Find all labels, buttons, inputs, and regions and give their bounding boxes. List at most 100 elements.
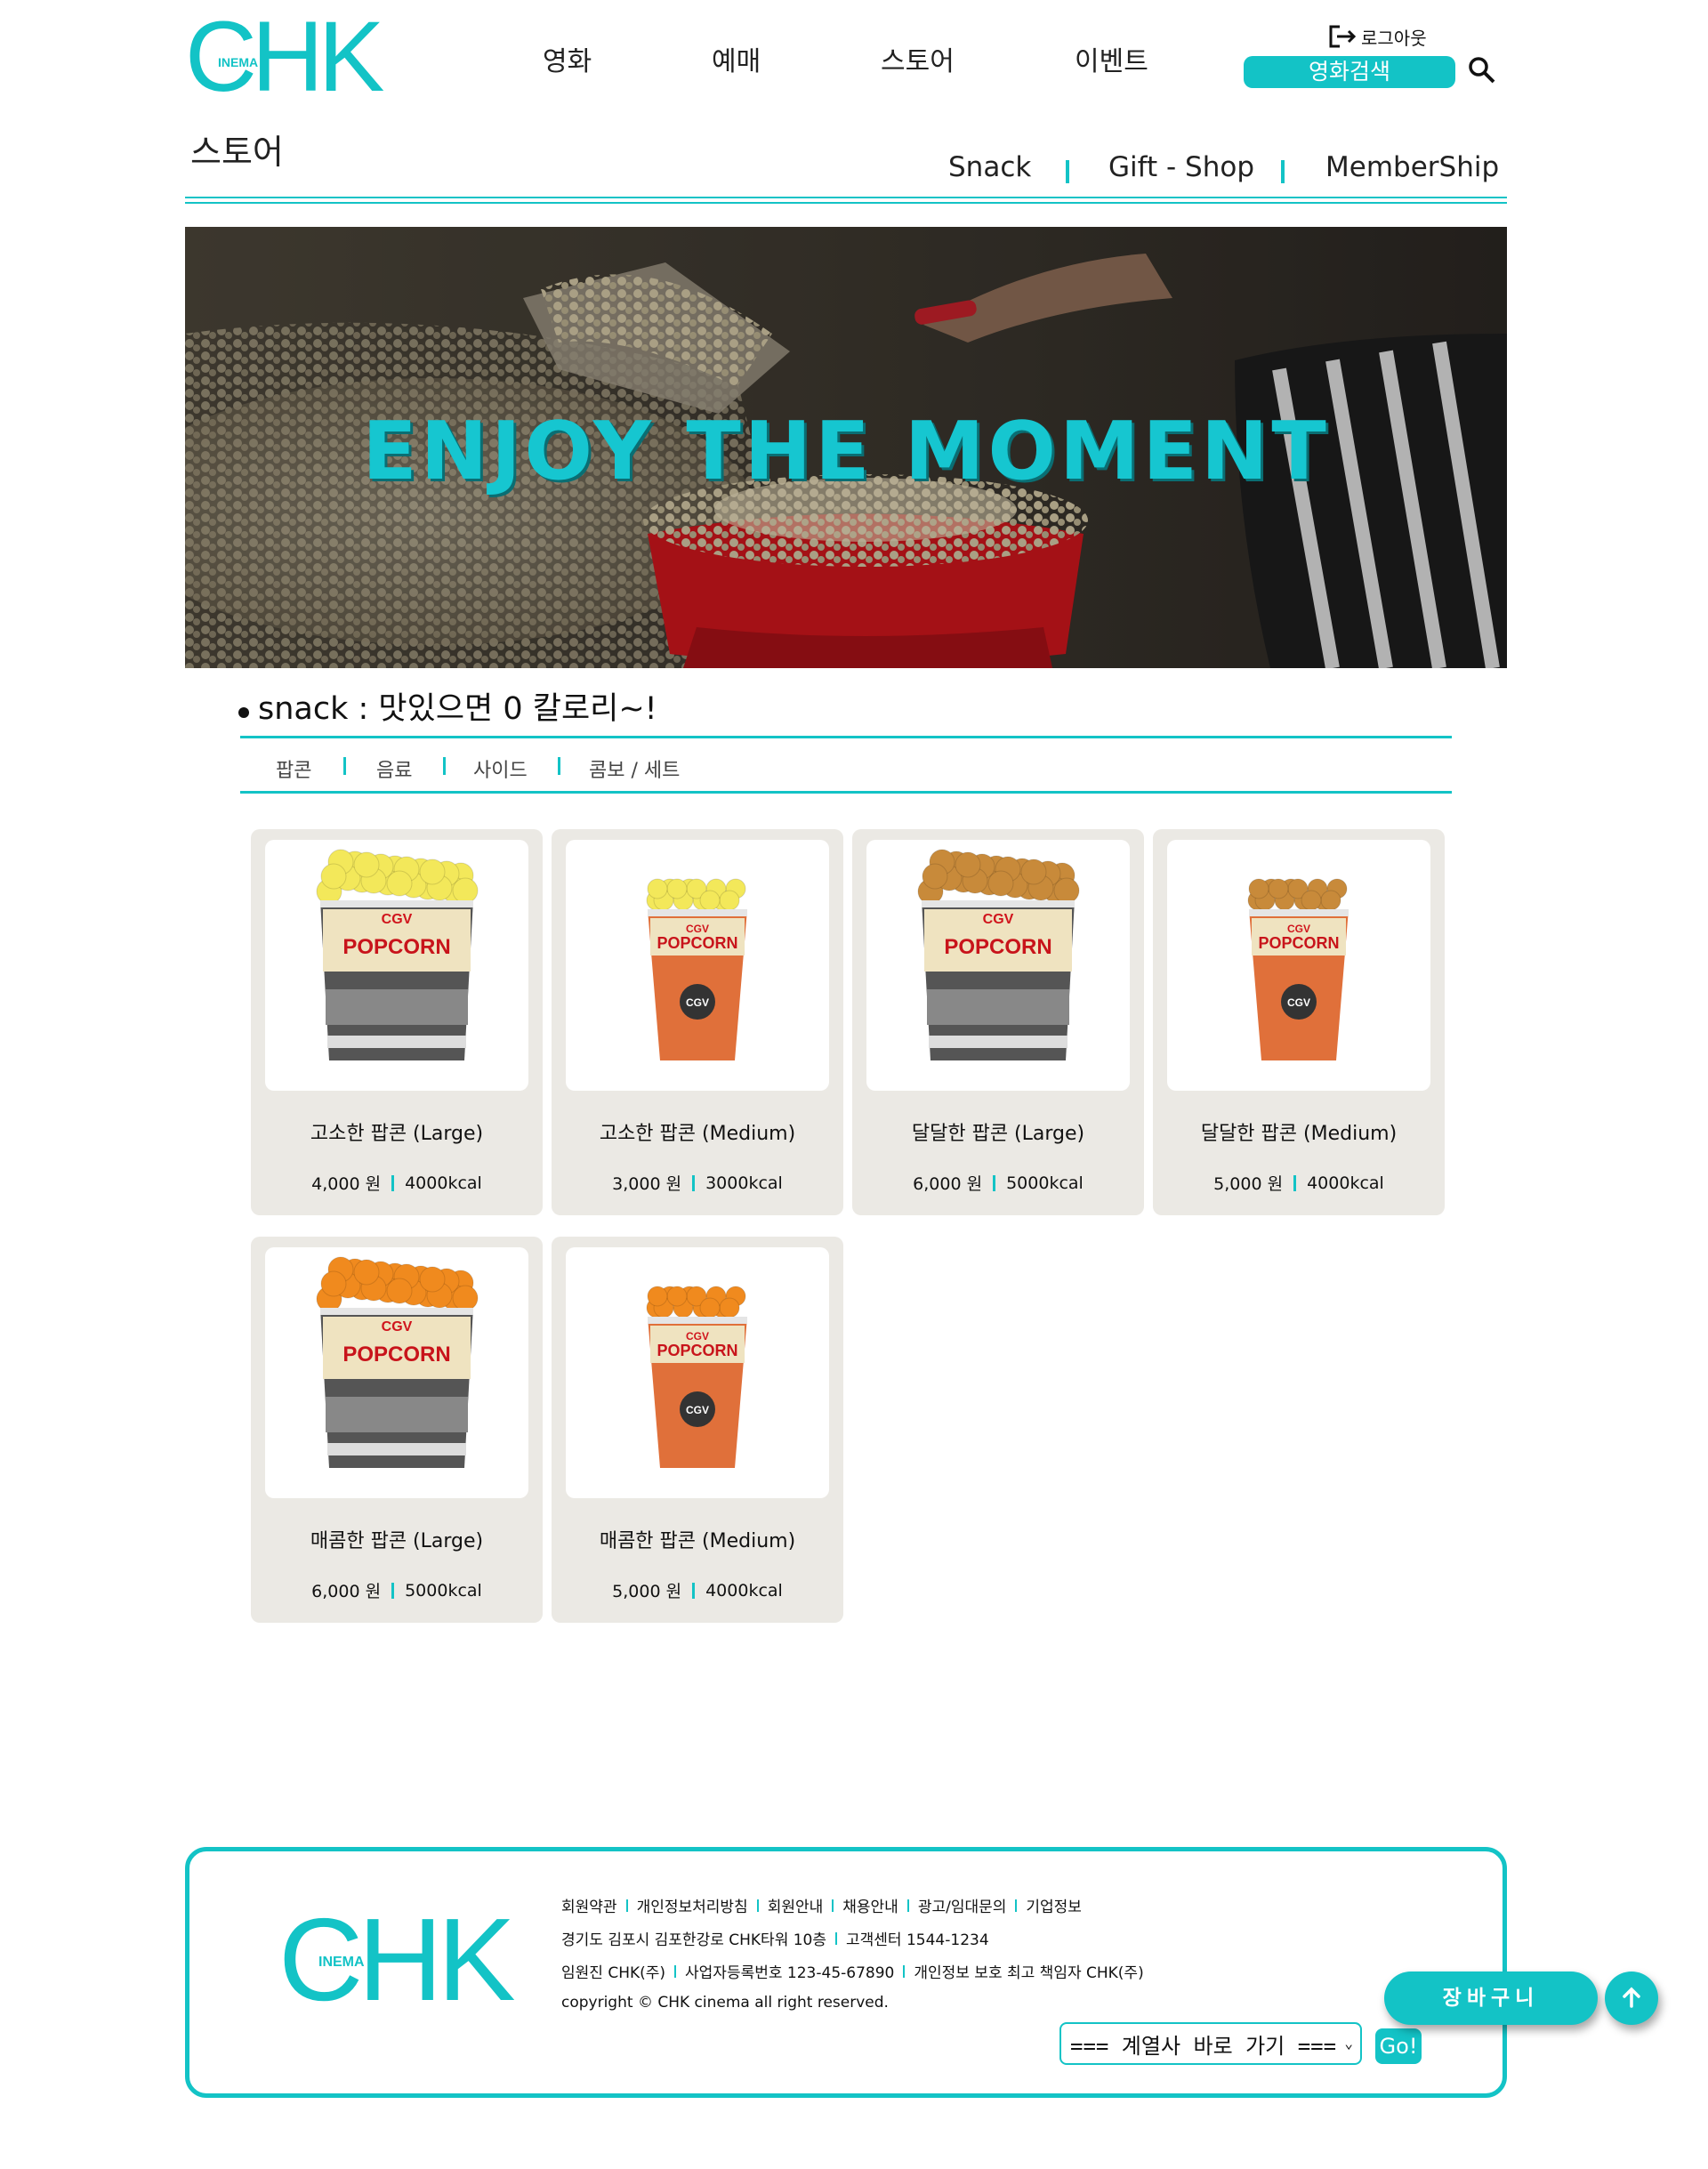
go-button[interactable]: Go!: [1375, 2028, 1422, 2064]
cart-button[interactable]: 장바구니: [1384, 1971, 1598, 2025]
footer-separator: [625, 1899, 628, 1912]
footer-link-careers[interactable]: 채용안내: [842, 1894, 898, 1916]
product-meta: 6,000 원 5000kcal: [251, 1578, 543, 1602]
family-site-selected: === 계열사 바로 가기 ===: [1070, 2033, 1337, 2059]
popcorn-image: CGV POPCORN CGV: [646, 878, 747, 1060]
subnav-divider: [1281, 160, 1285, 183]
footer-separator: [756, 1899, 759, 1912]
category-separator: [443, 757, 446, 775]
category-divider: [240, 736, 1452, 738]
subnav-snack[interactable]: Snack: [948, 151, 1031, 183]
popcorn-image: CGV POPCORN: [316, 1256, 479, 1468]
product-card[interactable]: CGV POPCORN 달달한 팝콘 (Large) 6,000 원 5000k…: [852, 829, 1144, 1215]
scroll-top-button[interactable]: [1605, 1971, 1658, 2025]
product-meta: 4,000 원 4000kcal: [251, 1171, 543, 1195]
search-icon[interactable]: [1468, 56, 1496, 85]
header-logo[interactable]: CHK INEMA: [185, 7, 384, 107]
subnav-divider: [1066, 160, 1069, 183]
footer-link-company[interactable]: 기업정보: [1026, 1894, 1082, 1916]
footer-privacy-officer: 개인정보 보호 최고 책임자 CHK(주): [914, 1964, 1144, 1982]
section-title-text: snack : 맛있으면 0 칼로리~!: [258, 691, 657, 727]
meta-separator: [692, 1582, 696, 1599]
product-image: CGV POPCORN: [265, 1247, 528, 1498]
product-kcal: 4000kcal: [1307, 1173, 1384, 1193]
product-price: 4,000 원: [311, 1174, 382, 1194]
arrow-up-icon: [1623, 1987, 1640, 2008]
svg-text:POPCORN: POPCORN: [944, 935, 1051, 959]
product-kcal: 3000kcal: [705, 1173, 783, 1193]
product-meta: 5,000 원 4000kcal: [552, 1578, 843, 1602]
footer-address-row: 경기도 김포시 김포한강로 CHK타워 10층 고객센터 1544-1234: [561, 1927, 989, 1949]
svg-text:POPCORN: POPCORN: [1258, 934, 1339, 952]
svg-text:CGV: CGV: [686, 1330, 709, 1343]
product-name: 달달한 팝콘 (Medium): [1200, 1123, 1398, 1145]
footer-executive: 임원진 CHK(주): [561, 1964, 666, 1982]
subnav-gift-shop[interactable]: Gift - Shop: [1108, 151, 1254, 183]
svg-text:CGV: CGV: [382, 1319, 413, 1334]
product-price: 3,000 원: [612, 1174, 682, 1194]
logo-subtext: INEMA: [217, 55, 260, 69]
bullet-icon: [238, 706, 249, 718]
svg-text:CGV: CGV: [1287, 923, 1310, 935]
footer-call-center: 고객센터 1544-1234: [846, 1931, 989, 1949]
meta-separator: [391, 1174, 395, 1191]
category-drink[interactable]: 음료: [376, 754, 412, 783]
footer-links: 회원약관 개인정보처리방침 회원안내 채용안내 광고/임대문의 기업정보: [561, 1894, 1082, 1916]
header-divider: [185, 202, 1507, 204]
nav-store[interactable]: 스토어: [881, 39, 955, 78]
product-card[interactable]: CGV POPCORN 고소한 팝콘 (Large) 4,000 원 4000k…: [251, 829, 543, 1215]
footer-link-terms[interactable]: 회원약관: [561, 1894, 617, 1916]
product-price: 6,000 원: [311, 1582, 382, 1601]
product-kcal: 5000kcal: [405, 1580, 482, 1601]
product-card[interactable]: CGV POPCORN CGV 달달한 팝콘 (Medium) 5,000 원 …: [1153, 829, 1445, 1215]
logout-button[interactable]: 로그아웃: [1327, 23, 1427, 50]
family-site-select[interactable]: === 계열사 바로 가기 === ⌄: [1059, 2022, 1362, 2065]
category-popcorn[interactable]: 팝콘: [276, 754, 311, 783]
product-image: CGV POPCORN: [866, 840, 1130, 1091]
footer-copyright-row: copyright © CHK cinema all right reserve…: [561, 1994, 889, 2012]
product-meta: 6,000 원 5000kcal: [852, 1171, 1144, 1195]
footer-link-privacy[interactable]: 개인정보처리방침: [637, 1894, 748, 1916]
chevron-down-icon: ⌄: [1344, 2035, 1353, 2052]
product-card[interactable]: CGV POPCORN CGV 고소한 팝콘 (Medium) 3,000 원 …: [552, 829, 843, 1215]
footer-link-advertising[interactable]: 광고/임대문의: [918, 1894, 1007, 1916]
footer-link-member-guide[interactable]: 회원안내: [768, 1894, 824, 1916]
svg-text:CGV: CGV: [686, 923, 709, 935]
popcorn-image: CGV POPCORN: [316, 849, 479, 1060]
product-price: 6,000 원: [913, 1174, 983, 1194]
product-meta: 3,000 원 3000kcal: [552, 1171, 843, 1195]
product-name: 매콤한 팝콘 (Medium): [599, 1530, 796, 1552]
product-card[interactable]: CGV POPCORN 매콤한 팝콘 (Large) 6,000 원 5000k…: [251, 1237, 543, 1623]
product-price: 5,000 원: [1213, 1174, 1284, 1194]
subnav-membership[interactable]: MemberShip: [1325, 151, 1499, 183]
product-kcal: 4000kcal: [405, 1173, 482, 1193]
product-meta: 5,000 원 4000kcal: [1153, 1171, 1445, 1195]
footer-logo[interactable]: CHK INEMA: [278, 1901, 516, 2019]
movie-search-button[interactable]: 영화검색: [1244, 56, 1455, 88]
product-kcal: 4000kcal: [705, 1580, 783, 1601]
category-combo-set[interactable]: 콤보 / 세트: [589, 754, 680, 783]
footer-address: 경기도 김포시 김포한강로 CHK타워 10층: [561, 1931, 827, 1949]
product-name: 달달한 팝콘 (Large): [911, 1123, 1085, 1145]
logout-icon: [1329, 25, 1357, 48]
svg-text:POPCORN: POPCORN: [657, 1342, 737, 1359]
product-card[interactable]: CGV POPCORN CGV 매콤한 팝콘 (Medium) 5,000 원 …: [552, 1237, 843, 1623]
product-price: 5,000 원: [612, 1582, 682, 1601]
footer-separator: [835, 1931, 838, 1945]
footer: CHK INEMA 회원약관 개인정보처리방침 회원안내 채용안내 광고/임대문…: [185, 1847, 1507, 2098]
meta-separator: [993, 1174, 996, 1191]
svg-text:CGV: CGV: [1287, 996, 1310, 1009]
category-separator: [343, 757, 346, 775]
footer-separator: [903, 1964, 906, 1978]
category-side[interactable]: 사이드: [473, 754, 528, 783]
svg-text:CGV: CGV: [686, 1404, 709, 1416]
svg-text:POPCORN: POPCORN: [342, 1343, 450, 1367]
nav-event[interactable]: 이벤트: [1075, 39, 1148, 78]
nav-booking[interactable]: 예매: [712, 39, 761, 78]
popcorn-image: CGV POPCORN: [917, 849, 1080, 1060]
svg-text:CGV: CGV: [983, 912, 1014, 927]
svg-text:CGV: CGV: [382, 912, 413, 927]
nav-movie[interactable]: 영화: [543, 39, 592, 78]
footer-separator: [674, 1964, 677, 1978]
section-title: snack : 맛있으면 0 칼로리~!: [238, 683, 657, 729]
